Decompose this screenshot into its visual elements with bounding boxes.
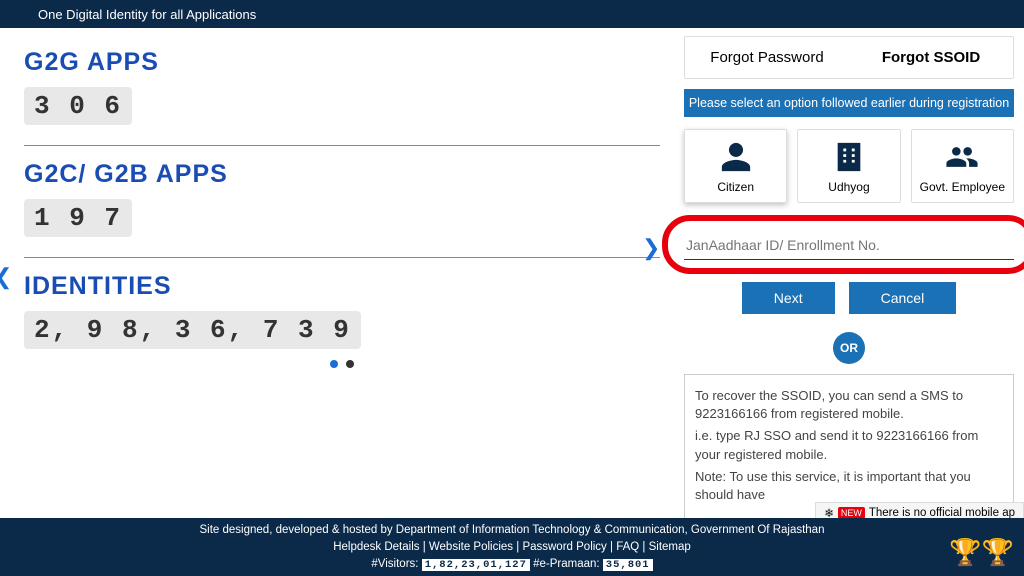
next-button[interactable]: Next [742, 282, 835, 314]
link-faq[interactable]: FAQ [616, 541, 639, 553]
dot[interactable] [330, 360, 338, 368]
carousel-dots [24, 355, 660, 373]
link-helpdesk[interactable]: Helpdesk Details [333, 541, 419, 553]
option-udhyog[interactable]: Udhyog [797, 129, 900, 203]
person-icon [719, 140, 753, 174]
dot[interactable] [346, 360, 354, 368]
or-divider: OR [833, 332, 865, 364]
tagline: One Digital Identity for all Application… [38, 7, 256, 22]
link-password-policy[interactable]: Password Policy [522, 541, 606, 553]
g2c-value: 1 9 7 [24, 199, 132, 237]
note-line: Note: To use this service, it is importa… [695, 468, 1003, 504]
group-icon [945, 140, 979, 174]
cancel-button[interactable]: Cancel [849, 282, 957, 314]
carousel-prev-icon[interactable]: ❮ [0, 264, 12, 290]
trophy-icons: 🏆🏆 [949, 533, 1014, 572]
instruction-banner: Please select an option followed earlier… [684, 89, 1014, 117]
visitors-label: #Visitors: [371, 558, 418, 570]
note-line: i.e. type RJ SSO and send it to 92231661… [695, 427, 1003, 463]
note-line: To recover the SSOID, you can send a SMS… [695, 387, 1003, 423]
footer: Site designed, developed & hosted by Dep… [0, 518, 1024, 576]
top-bar: One Digital Identity for all Application… [0, 0, 1024, 28]
g2c-label: G2C/ G2B APPS [24, 160, 660, 189]
stats-panel: ❮ G2G APPS 3 0 6 G2C/ G2B APPS 1 9 7 IDE… [0, 28, 684, 526]
epramaan-label: #e-Pramaan: [533, 558, 599, 570]
footer-credits: Site designed, developed & hosted by Dep… [0, 522, 1024, 539]
option-label: Citizen [717, 180, 754, 194]
identities-value: 2, 9 8, 3 6, 7 3 9 [24, 311, 361, 349]
janaadhaar-input[interactable] [684, 231, 1014, 260]
g2g-label: G2G APPS [24, 48, 660, 77]
link-policies[interactable]: Website Policies [429, 541, 513, 553]
option-label: Udhyog [828, 180, 869, 194]
option-citizen[interactable]: Citizen [684, 129, 787, 203]
option-label: Govt. Employee [920, 180, 1005, 194]
epramaan-counter: 35,801 [603, 559, 653, 571]
option-govt-employee[interactable]: Govt. Employee [911, 129, 1014, 203]
tab-forgot-ssoid[interactable]: Forgot SSOID [849, 37, 1013, 78]
identities-label: IDENTITIES [24, 272, 660, 301]
building-icon [832, 140, 866, 174]
recovery-panel: ❯ Forgot Password Forgot SSOID Please se… [684, 28, 1024, 526]
visitors-counter: 1,82,23,01,127 [422, 559, 530, 571]
link-sitemap[interactable]: Sitemap [649, 541, 691, 553]
sms-recovery-note: To recover the SSOID, you can send a SMS… [684, 374, 1014, 521]
tab-forgot-password[interactable]: Forgot Password [685, 37, 849, 78]
g2g-value: 3 0 6 [24, 87, 132, 125]
